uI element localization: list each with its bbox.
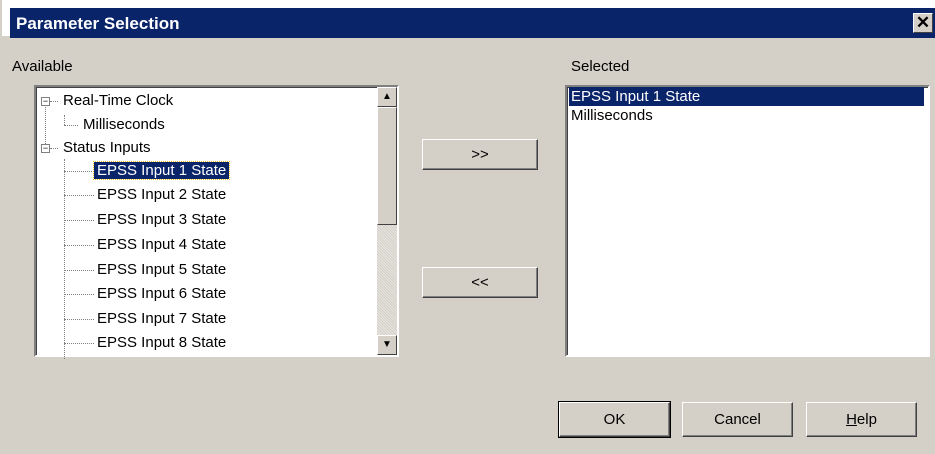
- tree-line: [64, 159, 66, 359]
- parameter-selection-dialog: Parameter Selection ✕ Available Selected…: [0, 0, 935, 454]
- help-mnemonic: H: [846, 411, 857, 428]
- tree-line: [64, 115, 66, 125]
- tree-node-label: EPSS Input 6 State: [97, 285, 227, 302]
- close-icon[interactable]: ✕: [913, 13, 933, 33]
- tree-line: [64, 195, 94, 197]
- tree-node-label: EPSS Input 7 State: [97, 310, 227, 327]
- dialog-body: Available Selected − Real-Time Clock Mil…: [10, 38, 935, 454]
- tree-line: [64, 294, 94, 296]
- tree-line: [45, 101, 47, 146]
- tree-node-label: Milliseconds: [83, 116, 165, 133]
- collapse-icon[interactable]: −: [41, 144, 50, 153]
- available-label: Available: [12, 58, 73, 75]
- tree-node-real-time-clock[interactable]: Real-Time Clock: [60, 90, 176, 112]
- scrollbar-thumb[interactable]: [377, 107, 397, 225]
- tree-node-label: EPSS Input 1 State: [92, 161, 231, 180]
- cancel-button[interactable]: Cancel: [682, 402, 793, 437]
- help-button[interactable]: Help: [806, 402, 917, 437]
- tree-node-epss-input-8[interactable]: EPSS Input 8 State: [94, 332, 229, 354]
- tree-node-label: Real-Time Clock: [63, 92, 174, 109]
- collapse-icon[interactable]: −: [41, 97, 50, 106]
- tree-line: [64, 220, 94, 222]
- tree-line: [64, 125, 78, 127]
- available-tree[interactable]: − Real-Time Clock Milliseconds − Status …: [34, 85, 399, 359]
- tree-node-status-inputs[interactable]: Status Inputs: [60, 137, 154, 159]
- tree-line: [64, 270, 94, 272]
- tree-node-label: EPSS Input 2 State: [97, 186, 227, 203]
- tree-node-label: EPSS Input 3 State: [97, 211, 227, 228]
- tree-node-epss-input-5[interactable]: EPSS Input 5 State: [94, 259, 229, 281]
- tree-content: − Real-Time Clock Milliseconds − Status …: [36, 87, 366, 359]
- selected-list-item[interactable]: Milliseconds: [569, 106, 924, 125]
- tree-line: [64, 319, 94, 321]
- tree-node-epss-input-6[interactable]: EPSS Input 6 State: [94, 283, 229, 305]
- selected-label: Selected: [571, 58, 630, 75]
- tree-line: [50, 148, 58, 150]
- help-label: elp: [856, 411, 877, 428]
- ok-button[interactable]: OK: [558, 401, 671, 438]
- tree-node-epss-input-4[interactable]: EPSS Input 4 State: [94, 234, 229, 256]
- tree-node-label: EPSS Input 8 State: [97, 334, 227, 351]
- tree-line: [64, 171, 94, 173]
- tree-node-label: Status Inputs: [63, 139, 151, 156]
- scroll-down-arrow-icon[interactable]: ▼: [377, 335, 397, 355]
- tree-node-epss-input-1[interactable]: EPSS Input 1 State: [92, 160, 231, 182]
- tree-line: [64, 245, 94, 247]
- title-bar: Parameter Selection ✕: [2, 0, 935, 38]
- scroll-up-arrow-icon[interactable]: ▲: [377, 87, 397, 107]
- remove-button[interactable]: <<: [422, 267, 538, 298]
- tree-node-label: EPSS Input 4 State: [97, 236, 227, 253]
- selected-list-item[interactable]: EPSS Input 1 State: [569, 87, 924, 106]
- tree-node-epss-input-2[interactable]: EPSS Input 2 State: [94, 184, 229, 206]
- tree-vertical-scrollbar[interactable]: ▲ ▼: [377, 87, 397, 355]
- tree-node-epss-input-3[interactable]: EPSS Input 3 State: [94, 209, 229, 231]
- tree-node-epss-input-7[interactable]: EPSS Input 7 State: [94, 308, 229, 330]
- tree-line: [64, 343, 94, 345]
- tree-node-milliseconds[interactable]: Milliseconds: [80, 114, 168, 136]
- selected-list[interactable]: EPSS Input 1 State Milliseconds: [565, 85, 930, 357]
- tree-node-label: EPSS Input 5 State: [97, 261, 227, 278]
- window-title: Parameter Selection: [16, 14, 180, 33]
- tree-line: [50, 101, 58, 103]
- add-button[interactable]: >>: [422, 139, 538, 170]
